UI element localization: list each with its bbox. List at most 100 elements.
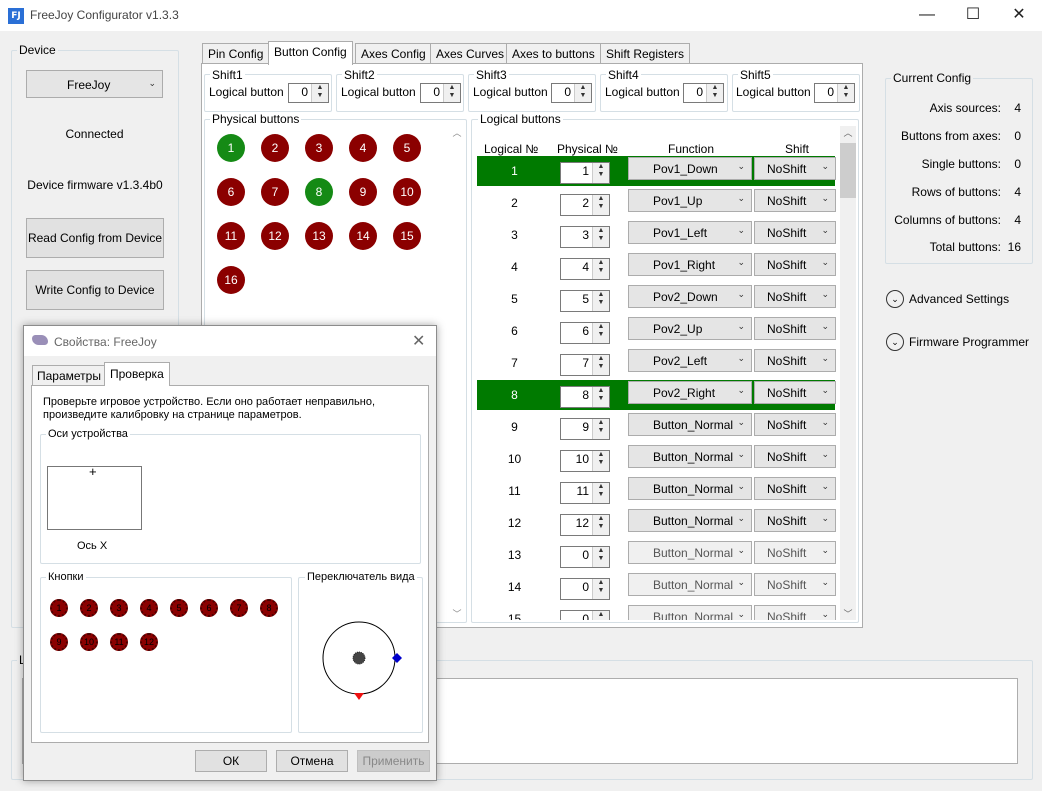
physical-number-input[interactable]: 0▲▼ [560, 578, 610, 600]
physical-button-5: 5 [393, 134, 421, 162]
dialog-tab-test[interactable]: Проверка [104, 362, 170, 386]
spin-arrows-icon[interactable]: ▲▼ [592, 515, 609, 535]
physical-number-input[interactable]: 11 ▲ ▼ [560, 482, 610, 504]
function-select[interactable]: Pov2_Right ⌄ [628, 381, 752, 404]
shift-select[interactable]: NoShift ⌄ [754, 541, 836, 564]
function-select[interactable]: Pov2_Left ⌄ [628, 349, 752, 372]
shift-select[interactable]: NoShift ⌄ [754, 285, 836, 308]
physical-number-input[interactable]: 0▲▼ [560, 546, 610, 568]
ok-button[interactable]: ОК [195, 750, 267, 772]
expand-firmware-icon[interactable]: ⌄ [886, 333, 904, 351]
physical-number-input[interactable]: 7 ▲ ▼ [560, 354, 610, 376]
tab-pin-config[interactable]: Pin Config [202, 43, 270, 64]
tab-button-config[interactable]: Button Config [268, 41, 353, 65]
close-button[interactable]: ✕ [996, 0, 1042, 31]
spin-arrows-icon[interactable]: ▲▼ [592, 355, 609, 375]
shift4-input[interactable]: 0 ▲ ▼ [683, 83, 724, 103]
dialog-close-icon[interactable]: ✕ [412, 331, 425, 351]
cancel-button[interactable]: Отмена [276, 750, 348, 772]
scroll-down-icon[interactable]: ﹀ [840, 607, 856, 620]
tab-shift-registers[interactable]: Shift Registers [600, 43, 691, 64]
spin-arrows-icon[interactable]: ▲▼ [592, 195, 609, 215]
tab-axes-curves[interactable]: Axes Curves [430, 43, 511, 64]
function-select[interactable]: Pov1_Up ⌄ [628, 189, 752, 212]
shift-select[interactable]: NoShift ⌄ [754, 477, 836, 500]
shift5-input[interactable]: 0 ▲ ▼ [814, 83, 855, 103]
function-select[interactable]: Button_Normal ⌄ [628, 573, 752, 596]
physical-number-input[interactable]: 3 ▲ ▼ [560, 226, 610, 248]
function-select[interactable]: Pov2_Up ⌄ [628, 317, 752, 340]
shift-select[interactable]: NoShift ⌄ [754, 413, 836, 436]
logical-number: 11 [508, 484, 521, 498]
spin-arrows-icon[interactable]: ▲▼ [592, 227, 609, 247]
shift-select[interactable]: NoShift ⌄ [754, 349, 836, 372]
shift-select[interactable]: NoShift ⌄ [754, 157, 836, 180]
shift-select[interactable]: NoShift ⌄ [754, 445, 836, 468]
apply-button[interactable]: Применить [357, 750, 430, 772]
shift-select[interactable]: NoShift ⌄ [754, 317, 836, 340]
minimize-button[interactable]: — [904, 0, 950, 31]
physical-number-input[interactable]: 1 ▲ ▼ [560, 162, 610, 184]
shift2-input[interactable]: 0 ▲ ▼ [420, 83, 461, 103]
spin-arrows-icon[interactable]: ▲▼ [574, 84, 591, 102]
spin-arrows-icon[interactable]: ▲▼ [837, 84, 854, 102]
device-select[interactable]: FreeJoy ⌄ [26, 70, 163, 98]
spin-arrows-icon[interactable]: ▲▼ [706, 84, 723, 102]
spin-arrows-icon[interactable]: ▲▼ [592, 611, 609, 620]
scroll-thumb[interactable] [840, 143, 856, 198]
physical-number-input[interactable]: 9 ▲ ▼ [560, 418, 610, 440]
logical-scrollbar[interactable]: ︿ ﹀ [840, 126, 856, 620]
spin-arrows-icon[interactable]: ▲▼ [592, 291, 609, 311]
spin-arrows-icon[interactable]: ▲▼ [592, 259, 609, 279]
logical-row-7: 7 7 ▲ ▼ Pov2_Left ⌄ NoShift ⌄ [477, 348, 836, 378]
spin-arrows-icon[interactable]: ▲▼ [592, 547, 609, 567]
spin-arrows-icon[interactable]: ▲▼ [443, 84, 460, 102]
physical-number-input[interactable]: 5 ▲ ▼ [560, 290, 610, 312]
function-select[interactable]: Button_Normal ⌄ [628, 445, 752, 468]
shift-select[interactable]: NoShift ⌄ [754, 381, 836, 404]
shift-select[interactable]: NoShift ⌄ [754, 573, 836, 596]
function-select[interactable]: Button_Normal ⌄ [628, 477, 752, 500]
tab-axes-config[interactable]: Axes Config [355, 43, 432, 64]
shift-select[interactable]: NoShift ⌄ [754, 221, 836, 244]
expand-advanced-icon[interactable]: ⌄ [886, 290, 904, 308]
scroll-up-icon[interactable]: ︿ [840, 126, 856, 139]
spin-arrows-icon[interactable]: ▲▼ [592, 483, 609, 503]
write-config-button[interactable]: Write Config to Device [26, 270, 164, 310]
spin-arrows-icon[interactable]: ▲▼ [592, 579, 609, 599]
shift3-input[interactable]: 0 ▲ ▼ [551, 83, 592, 103]
physical-number-input[interactable]: 8 ▲ ▼ [560, 386, 610, 408]
physical-number-input[interactable]: 12 ▲ ▼ [560, 514, 610, 536]
shift-select[interactable]: NoShift ⌄ [754, 509, 836, 532]
function-select[interactable]: Pov1_Down ⌄ [628, 157, 752, 180]
advanced-settings-label[interactable]: Advanced Settings [909, 292, 1009, 306]
firmware-programmer-label[interactable]: Firmware Programmer [909, 335, 1029, 349]
physical-number-input[interactable]: 4 ▲ ▼ [560, 258, 610, 280]
physical-scrollbar[interactable]: ︿ ﹀ [450, 126, 464, 620]
physical-number-input[interactable]: 0▲▼ [560, 610, 610, 620]
function-select[interactable]: Pov2_Down ⌄ [628, 285, 752, 308]
shift-select[interactable]: NoShift ⌄ [754, 605, 836, 620]
function-select[interactable]: Button_Normal ⌄ [628, 541, 752, 564]
dialog-tab-params[interactable]: Параметры [32, 365, 106, 386]
spin-arrows-icon[interactable]: ▲▼ [311, 84, 328, 102]
function-select[interactable]: Button_Normal ⌄ [628, 413, 752, 436]
shift1-input[interactable]: 0 ▲ ▼ [288, 83, 329, 103]
read-config-button[interactable]: Read Config from Device [26, 218, 164, 258]
function-select[interactable]: Button_Normal ⌄ [628, 605, 752, 620]
spin-arrows-icon[interactable]: ▲▼ [592, 419, 609, 439]
physical-number-input[interactable]: 6 ▲ ▼ [560, 322, 610, 344]
physical-number-input[interactable]: 2 ▲ ▼ [560, 194, 610, 216]
maximize-button[interactable]: ☐ [950, 0, 996, 31]
function-select[interactable]: Pov1_Left ⌄ [628, 221, 752, 244]
spin-arrows-icon[interactable]: ▲▼ [592, 163, 609, 183]
spin-arrows-icon[interactable]: ▲▼ [592, 387, 609, 407]
function-select[interactable]: Pov1_Right ⌄ [628, 253, 752, 276]
spin-arrows-icon[interactable]: ▲▼ [592, 451, 609, 471]
physical-number-input[interactable]: 10 ▲ ▼ [560, 450, 610, 472]
spin-arrows-icon[interactable]: ▲▼ [592, 323, 609, 343]
function-select[interactable]: Button_Normal ⌄ [628, 509, 752, 532]
tab-axes-to-buttons[interactable]: Axes to buttons [506, 43, 601, 64]
shift-select[interactable]: NoShift ⌄ [754, 253, 836, 276]
shift-select[interactable]: NoShift ⌄ [754, 189, 836, 212]
